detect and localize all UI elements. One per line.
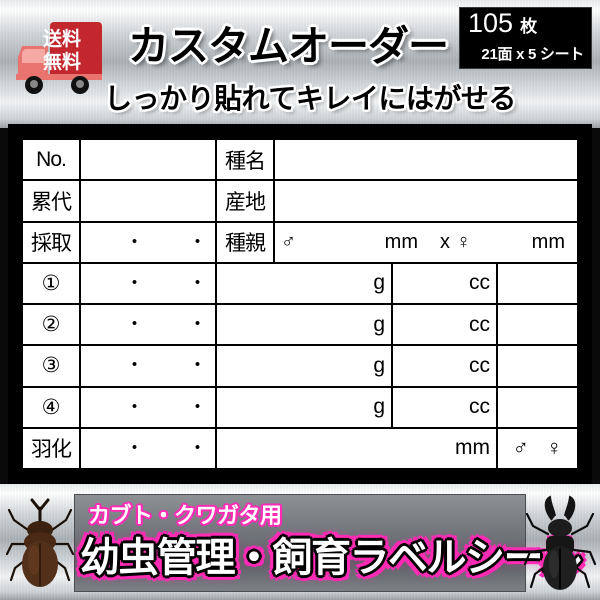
field-1-date[interactable]: ・ ・: [79, 261, 217, 306]
field-shumei-value[interactable]: [273, 137, 579, 182]
row-label-taneoya: 種親: [215, 220, 275, 264]
male-symbol-icon: ♂: [512, 435, 530, 461]
field-3-date[interactable]: ・ ・: [79, 344, 217, 388]
field-4-volume[interactable]: cc: [391, 385, 498, 429]
label-preview-card: No. 種名 累代 産地 採取 ・ ・ 種親 ♂ mm x ♀ mm ① ・ ・…: [8, 124, 592, 484]
header-banner: 送料 無料 カスタムオーダー しっかり貼れてキレイにはがせる 105 枚 21面…: [0, 0, 600, 128]
date-dot-2: ・: [188, 314, 208, 336]
date-dot-2: ・: [188, 355, 208, 377]
date-dot-1: ・: [125, 272, 145, 294]
field-uka-size[interactable]: mm: [215, 426, 498, 471]
field-taneoya-values[interactable]: ♂ mm x ♀ mm: [273, 220, 579, 264]
row-label-ruidai: 累代: [21, 179, 81, 223]
date-dot-1: ・: [125, 231, 145, 253]
times-separator: x: [440, 230, 450, 253]
delivery-truck-icon: 送料 無料: [12, 16, 108, 102]
field-uka-date[interactable]: ・ ・: [79, 426, 217, 471]
table-row: ③ ・ ・ g cc: [21, 344, 579, 388]
field-2-date[interactable]: ・ ・: [79, 302, 217, 347]
date-dot-1: ・: [125, 314, 145, 336]
row-label-2: ②: [21, 302, 81, 347]
date-dot-1: ・: [125, 355, 145, 377]
field-2-note[interactable]: [496, 302, 579, 347]
svg-text:無料: 無料: [43, 50, 81, 73]
date-dot-1: ・: [125, 396, 145, 418]
field-4-date[interactable]: ・ ・: [79, 385, 217, 429]
table-row: 採取 ・ ・ 種親 ♂ mm x ♀ mm: [21, 220, 579, 264]
row-label-3: ③: [21, 344, 81, 388]
table-row: ① ・ ・ g cc: [21, 261, 579, 306]
footer-title: 幼虫管理・飼育ラベルシール: [80, 536, 582, 580]
quantity-number: 105: [468, 8, 514, 38]
row-label-no: No.: [21, 137, 81, 182]
field-3-note[interactable]: [496, 344, 579, 388]
female-symbol-icon: ♀: [456, 230, 471, 253]
date-dot-2: ・: [188, 437, 208, 459]
female-symbol-icon: ♀: [546, 435, 563, 461]
quantity-unit: 枚: [520, 17, 538, 36]
field-saishu-date[interactable]: ・ ・: [79, 220, 217, 264]
row-label-sanchi: 産地: [215, 179, 275, 223]
table-row: ④ ・ ・ g cc: [21, 385, 579, 429]
field-4-weight[interactable]: g: [215, 385, 393, 429]
date-dot-2: ・: [188, 231, 208, 253]
page-title: カスタムオーダー: [128, 23, 449, 69]
svg-text:送料: 送料: [43, 27, 81, 50]
date-dot-2: ・: [188, 272, 208, 294]
table-row: 羽化 ・ ・ mm ♂ ♀: [21, 426, 579, 471]
quantity-badge-primary: 105 枚: [468, 10, 585, 43]
table-row: No. 種名: [21, 137, 579, 182]
footer-banner: カブト・クワガタ用 幼虫管理・飼育ラベルシール: [0, 484, 600, 600]
page-subtitle: しっかり貼れてキレイにはがせる: [104, 83, 516, 114]
date-dot-2: ・: [188, 396, 208, 418]
row-label-saishu: 採取: [21, 220, 81, 264]
stag-beetle-icon: [523, 494, 597, 594]
row-label-1: ①: [21, 261, 81, 306]
male-symbol-icon: ♂: [281, 230, 296, 253]
rhinoceros-beetle-icon: [5, 496, 75, 592]
table-row: 累代 産地: [21, 179, 579, 223]
field-2-weight[interactable]: g: [215, 302, 393, 347]
field-1-note[interactable]: [496, 261, 579, 306]
male-size-unit: mm: [384, 230, 418, 253]
row-label-4: ④: [21, 385, 81, 429]
field-1-weight[interactable]: g: [215, 261, 393, 306]
field-uka-sex[interactable]: ♂ ♀: [496, 426, 579, 471]
field-3-weight[interactable]: g: [215, 344, 393, 388]
field-sanchi-value[interactable]: [273, 179, 579, 223]
field-no-value[interactable]: [79, 137, 217, 182]
field-4-note[interactable]: [496, 385, 579, 429]
quantity-badge: 105 枚 21面 x 5 シート: [459, 7, 592, 69]
field-2-volume[interactable]: cc: [391, 302, 498, 347]
field-ruidai-value[interactable]: [79, 179, 217, 223]
row-label-uka: 羽化: [21, 426, 81, 471]
row-label-shumei: 種名: [215, 137, 275, 182]
date-dot-1: ・: [125, 437, 145, 459]
field-1-volume[interactable]: cc: [391, 261, 498, 306]
table-row: ② ・ ・ g cc: [21, 302, 579, 347]
female-size-unit: mm: [531, 230, 565, 253]
field-3-volume[interactable]: cc: [391, 344, 498, 388]
quantity-detail: 21面 x 5 シート: [481, 46, 584, 63]
breeding-label-table: No. 種名 累代 産地 採取 ・ ・ 種親 ♂ mm x ♀ mm ① ・ ・…: [21, 137, 579, 471]
